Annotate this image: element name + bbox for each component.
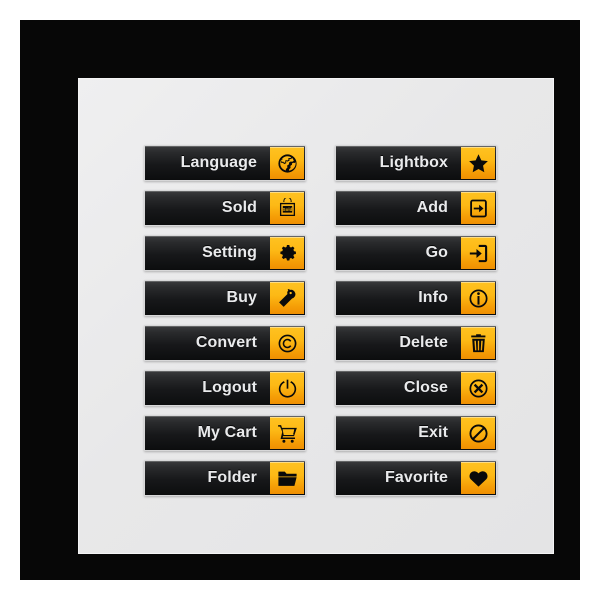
button-label: Favorite [384,469,448,486]
button-lightbox[interactable]: Lightbox [335,145,497,181]
button-label: Logout [202,379,257,396]
shopping-cart-icon [270,417,304,449]
button-label: Language [180,154,257,171]
button-delete[interactable]: Delete [335,325,497,361]
button-label: Delete [399,334,448,351]
price-tag-icon [270,282,304,314]
power-icon [270,372,304,404]
screenshot-root: Language Lightbox Sold Add Setting Go Buy Info C… [0,0,600,600]
button-label: Go [425,244,448,261]
button-label: Exit [418,424,448,441]
button-convert[interactable]: Convert [144,325,306,361]
button-setting[interactable]: Setting [144,235,306,271]
button-my-cart[interactable]: My Cart [144,415,306,451]
button-add[interactable]: Add [335,190,497,226]
button-exit[interactable]: Exit [335,415,497,451]
prohibition-icon [461,417,495,449]
black-frame: Language Lightbox Sold Add Setting Go Buy Info C… [20,20,580,580]
button-label: Lightbox [379,154,448,171]
button-favorite[interactable]: Favorite [335,460,497,496]
button-sold[interactable]: Sold [144,190,306,226]
arrow-enter-icon [461,237,495,269]
star-icon [461,147,495,179]
globe-icon [270,147,304,179]
sold-bag-icon [270,192,304,224]
button-label: Folder [207,469,257,486]
folder-open-icon [270,462,304,494]
info-circle-icon [461,282,495,314]
button-label: Close [403,379,448,396]
trash-can-icon [461,327,495,359]
button-buy[interactable]: Buy [144,280,306,316]
button-label: Convert [195,334,257,351]
button-label: My Cart [197,424,257,441]
close-circle-icon [461,372,495,404]
button-logout[interactable]: Logout [144,370,306,406]
button-label: Sold [221,199,257,216]
button-close[interactable]: Close [335,370,497,406]
gear-icon [270,237,304,269]
light-panel: Language Lightbox Sold Add Setting Go Buy Info C… [78,78,554,554]
arrow-into-box-icon [461,192,495,224]
button-label: Info [418,289,448,306]
button-label: Setting [202,244,257,261]
button-label: Add [416,199,448,216]
button-grid: Language Lightbox Sold Add Setting Go Buy Info C… [144,145,498,496]
button-language[interactable]: Language [144,145,306,181]
copyright-icon [270,327,304,359]
heart-icon [461,462,495,494]
button-info[interactable]: Info [335,280,497,316]
button-label: Buy [226,289,257,306]
button-folder[interactable]: Folder [144,460,306,496]
button-go[interactable]: Go [335,235,497,271]
